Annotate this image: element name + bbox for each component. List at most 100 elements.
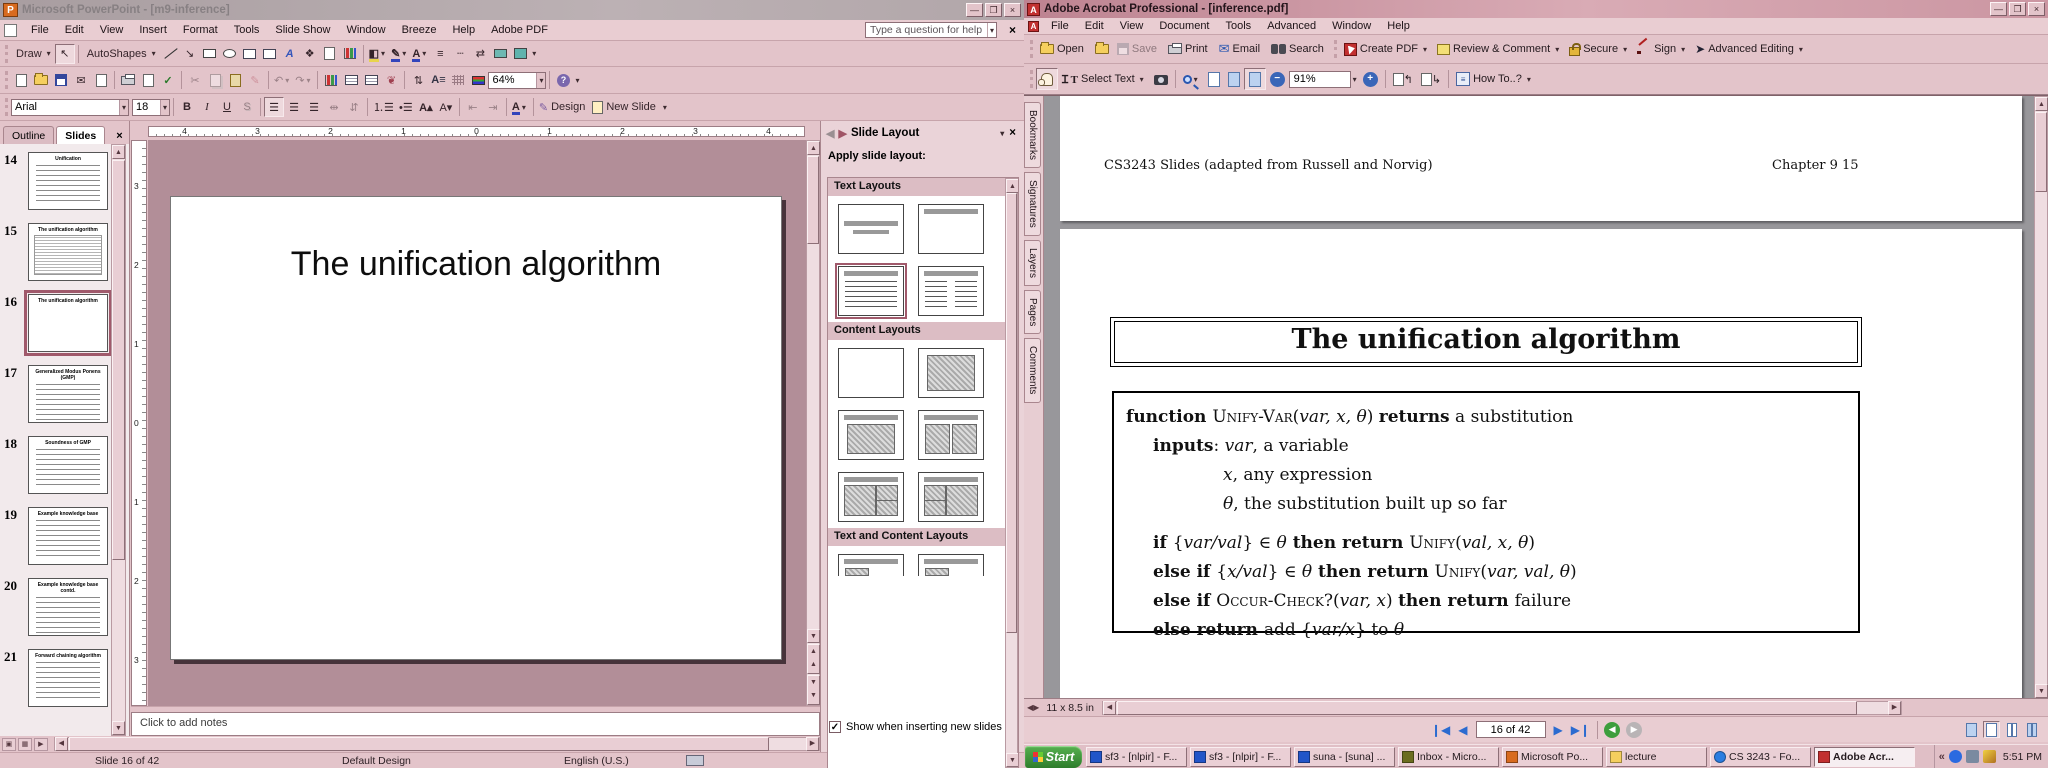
restore-button[interactable]: ❐ — [2009, 2, 2026, 16]
numbering-button[interactable]: ⒈☰ — [371, 97, 396, 117]
editor-scrollbar[interactable]: ▲ ▼ ▲▲ ▼▼ — [806, 140, 820, 706]
chevron-down-icon[interactable]: ▾ — [1421, 45, 1429, 54]
open-web-page-button[interactable] — [1091, 38, 1113, 60]
align-right-button[interactable]: ☰ — [304, 97, 324, 117]
scrollbar-thumb[interactable] — [1117, 701, 1857, 715]
question-help-box[interactable]: Type a question for help ▾ — [865, 22, 997, 38]
tab-outline[interactable]: Outline — [3, 126, 54, 144]
back-arrow-icon[interactable]: ◀ — [826, 127, 834, 140]
previous-view-circle-button[interactable]: ◀ — [1604, 722, 1620, 738]
next-slide-button[interactable]: ▼▼ — [807, 675, 820, 705]
scroll-right-icon[interactable]: ▶ — [1888, 701, 1901, 715]
font-name-combo[interactable]: Arial ▾ — [11, 99, 129, 116]
previous-view-button[interactable]: ↰ — [1389, 68, 1417, 90]
zoom-level-field[interactable]: 91% — [1289, 71, 1351, 88]
rotate-text-button[interactable]: ⇵ — [344, 97, 364, 117]
slide-sorter-view-button[interactable]: ▦ — [18, 738, 32, 751]
italic-button[interactable]: I — [197, 97, 217, 117]
rectangle-tool-icon[interactable] — [200, 44, 220, 64]
task-button[interactable]: Sign ▾ — [1633, 38, 1691, 60]
hand-tool-button[interactable] — [1036, 68, 1058, 90]
minimize-button[interactable]: — — [1990, 2, 2007, 16]
scroll-down-icon[interactable]: ▼ — [2035, 684, 2048, 698]
pdf-document-icon[interactable]: A — [1028, 21, 1039, 32]
tab-slides[interactable]: Slides — [56, 126, 105, 144]
start-button[interactable]: Start — [1025, 746, 1082, 768]
new-button[interactable] — [11, 70, 31, 90]
menu-item[interactable]: View — [1112, 18, 1152, 34]
email-button[interactable]: ✉Email — [1215, 38, 1267, 60]
chevron-down-icon[interactable]: ▾ — [1351, 75, 1359, 84]
notes-pane[interactable]: Click to add notes — [131, 712, 820, 736]
layout-thumbnail-title-only[interactable] — [918, 204, 984, 254]
task-button[interactable]: ➤ Advanced Editing ▾ — [1691, 38, 1809, 60]
new-slide-button[interactable]: New Slide — [590, 97, 661, 117]
previous-page-button[interactable]: ◀ — [1454, 723, 1471, 737]
document-scrollbar[interactable]: ▲ ▼ — [2034, 96, 2048, 699]
decrease-indent-button[interactable]: ⇤ — [463, 97, 483, 117]
layout-thumbnail-title-text[interactable] — [838, 266, 904, 316]
scroll-down-icon[interactable]: ▼ — [807, 629, 820, 643]
snapshot-tool-button[interactable] — [1150, 68, 1172, 90]
horizontal-scrollbar[interactable]: ◀ ▶ — [1102, 701, 1902, 715]
textbox-tool-icon[interactable] — [240, 44, 260, 64]
taskbar-app-button[interactable]: Inbox - Micro... — [1398, 747, 1499, 767]
dash-style-icon[interactable]: ┄ — [450, 44, 470, 64]
print-button[interactable] — [118, 70, 138, 90]
layout-thumbnail-text-content-b[interactable] — [918, 554, 984, 576]
wordart-icon[interactable]: A — [280, 44, 300, 64]
utility-tray-icon[interactable] — [1966, 750, 1979, 763]
slide-thumbnail-image[interactable]: The unification algorithm — [28, 294, 108, 352]
scrollbar-thumb[interactable] — [2035, 112, 2047, 192]
scroll-down-icon[interactable]: ▼ — [1006, 753, 1019, 767]
menu-item[interactable]: Breeze — [394, 22, 445, 38]
scroll-down-icon[interactable]: ▼ — [112, 721, 125, 735]
pdf-document-area[interactable]: CS3243 Slides (adapted from Russell and … — [1044, 96, 2034, 699]
layout-thumbnail-title-content-2x2-a[interactable] — [838, 472, 904, 522]
layout-thumbnail-title-two-content[interactable] — [918, 410, 984, 460]
messenger-tray-icon[interactable] — [1949, 750, 1962, 763]
first-page-button[interactable]: ❙◀ — [1427, 723, 1454, 737]
oval-tool-icon[interactable] — [220, 44, 240, 64]
taskbar-app-button[interactable]: sf3 - [nlpir] - F... — [1086, 747, 1187, 767]
how-to-button[interactable]: ≡How To..?▾ — [1452, 68, 1537, 90]
format-painter-button[interactable]: ✎ — [245, 70, 265, 90]
font-color-button[interactable]: A▾ — [510, 97, 530, 117]
chevron-down-icon[interactable]: ▾ — [536, 73, 545, 88]
pen-tray-icon[interactable] — [1983, 750, 1996, 763]
slide-thumbnail-image[interactable]: Example knowledge base — [28, 507, 108, 565]
toolbar-grip[interactable] — [5, 98, 8, 116]
menu-item[interactable]: Document — [1151, 18, 1217, 34]
tray-chevron-icon[interactable]: « — [1939, 751, 1947, 763]
insert-picture-icon[interactable] — [340, 44, 360, 64]
pdf-page-16[interactable]: The unification algorithm function Unify… — [1060, 229, 2022, 699]
scroll-up-icon[interactable]: ▲ — [2035, 97, 2048, 111]
previous-slide-button[interactable]: ▲▲ — [807, 644, 820, 674]
task-button[interactable]: Review & Comment ▾ — [1433, 38, 1565, 60]
restore-button[interactable]: ❐ — [985, 3, 1002, 17]
scrollbar-thumb[interactable] — [69, 737, 769, 751]
split-view-icon[interactable]: ◀▶ — [1024, 703, 1042, 712]
scroll-up-icon[interactable]: ▲ — [807, 141, 820, 155]
open-button[interactable]: Open — [1036, 38, 1091, 60]
continuous-facing-button[interactable] — [2003, 721, 2020, 738]
redo-button[interactable]: ↷▾ — [293, 70, 314, 90]
spelling-button[interactable]: ✓ — [158, 70, 178, 90]
copy-button[interactable] — [205, 70, 225, 90]
toolbar-grip[interactable] — [1334, 40, 1337, 58]
scroll-up-icon[interactable]: ▲ — [112, 145, 125, 159]
font-color-button[interactable]: A▾ — [410, 44, 430, 64]
align-center-button[interactable]: ☰ — [284, 97, 304, 117]
scrollbar-thumb[interactable] — [112, 160, 125, 560]
print-button[interactable]: Print — [1164, 38, 1215, 60]
slide-title-text[interactable]: The unification algorithm — [171, 245, 781, 284]
slide-thumbnail-image[interactable]: Example knowledge base contd. — [28, 578, 108, 636]
slide-thumbnail-image[interactable]: Forward chaining algorithm — [28, 649, 108, 707]
3d-style-icon[interactable] — [510, 44, 530, 64]
save-button[interactable]: Save — [1113, 38, 1164, 60]
select-objects-button[interactable]: ↖ — [55, 44, 75, 64]
menu-item[interactable]: Window — [338, 22, 393, 38]
taskpane-menu-icon[interactable]: ▾ — [998, 129, 1006, 138]
menu-item[interactable]: Insert — [131, 22, 175, 38]
insert-chart-button[interactable] — [321, 70, 341, 90]
